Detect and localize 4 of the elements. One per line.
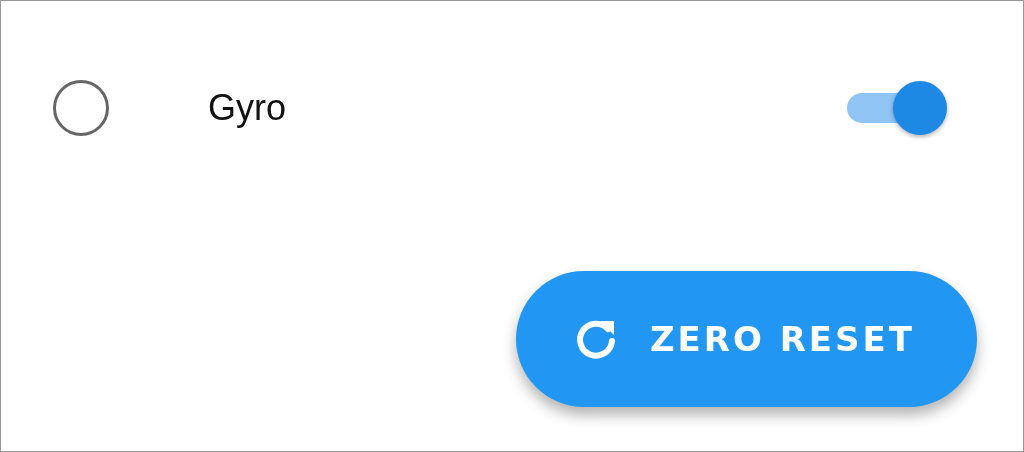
zero-reset-button[interactable]: ZERO RESET [515,271,977,407]
toggle-switch[interactable] [847,81,949,135]
setting-label: Gyro [208,87,287,129]
radio-button[interactable] [53,80,109,136]
